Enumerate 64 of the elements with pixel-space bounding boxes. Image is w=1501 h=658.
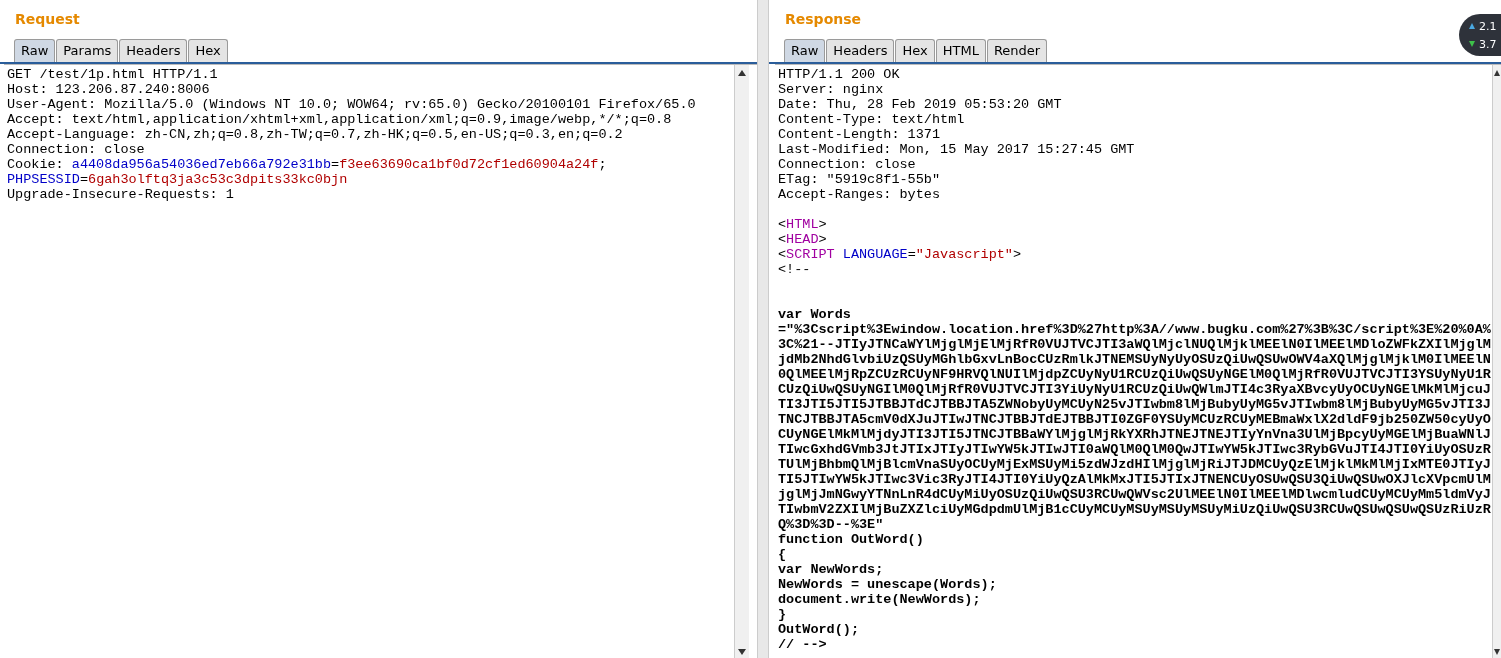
code-line: Content-Length: 1371	[778, 127, 941, 142]
code-line: ETag: "5919c8f1-55b"	[778, 172, 941, 187]
code-line: TNCJTBBJTA5cmV0dXJuJTIwJTNCJTBBJTdEJTBBJTI0ZGF0YSUyMCUzRCUyMEBmaWxlX2dldF9jb250ZW50cyUyO	[778, 412, 1491, 427]
code-line: jdMb2NhdGlvbiUzQSUyMGhlbGxvLnBocCUzRmlkJTNEMSUyNyUyOSUzQiUwQSUwOWV4aXQlMjglMjklM0IlMEElN	[778, 352, 1491, 367]
code-line: Accept-Ranges: bytes	[778, 187, 941, 202]
code-line: function OutWord()	[778, 532, 924, 547]
download-arrow-icon	[1469, 41, 1475, 47]
code-line: document.write(NewWords);	[778, 592, 981, 607]
code-line: TI3JTI5JTI5JTBBJTdCJTBBJTA5ZWNobyUyMCUyN25vJTIwbm8lMjBubyUyMG5vJTIwbm8lMjBubyUyMG5vJTI3J	[778, 397, 1491, 412]
code-line: PHPSESSID=6gah3olftq3ja3c53c3dpits33kc0bjn	[7, 172, 348, 187]
code-line: TIwcGxhdGVmb3JtJTIxJTIyJTIwYW5kJTIwJTI0aWQlM0QlM0QwJTIwYW5kJTIwc3RybGVuJTI4JTI0YiUyOSUzR	[778, 442, 1491, 457]
pane-title: Response	[784, 10, 862, 29]
code-line: Cookie: a4408da956a54036ed7eb66a792e31bb=f3ee63690ca1bf0d72cf1ed60904a24f;	[7, 157, 607, 172]
code-line: Host: 123.206.87.240:8006	[7, 82, 210, 97]
code-line: Accept: text/html,application/xhtml+xml,application/xml;q=0.9,image/webp,*/*;q=0.8	[7, 112, 672, 127]
code-line: Upgrade-Insecure-Requests: 1	[7, 187, 234, 202]
code-line: <SCRIPT LANGUAGE="Javascript">	[778, 247, 1022, 262]
code-line: OutWord();	[778, 622, 859, 637]
tab[interactable]: Hex	[188, 39, 228, 62]
scroll-down-arrow[interactable]	[1494, 649, 1500, 655]
code-line: var Words	[778, 307, 851, 322]
download-speed: 3.7	[1479, 37, 1497, 51]
code-line: Accept-Language: zh-CN,zh;q=0.8,zh-TW;q=0.7,zh-HK;q=0.5,en-US;q=0.3,en;q=0.2	[7, 127, 623, 142]
tab[interactable]: Render	[986, 39, 1048, 62]
code-line: TUlMjBhbmQlMjBlcmVnaSUyOCUyMjExMSUyMi5zdWJzdHIlMjglMjRiJTJDMCUyQzElMjklMkMlMjIxMTE0JTIyJ	[778, 457, 1491, 472]
code-line: <!--	[778, 262, 811, 277]
tab[interactable]: Params	[56, 39, 119, 62]
upload-arrow-icon	[1469, 23, 1475, 29]
tab[interactable]: Hex	[895, 39, 935, 62]
code-line: }	[778, 607, 787, 622]
tab[interactable]: Raw	[784, 39, 826, 62]
code-line: 3C%21--JTIyJTNCaWYlMjglMjElMjRfR0VUJTVCJTI3aWQlMjclNUQlMjklMEElN0IlMEElMDloZWFkZXIlMjglM	[778, 337, 1491, 352]
code-line: {	[778, 547, 787, 562]
pane-title: Request	[14, 10, 80, 29]
code-line: Q%3D%3D--%3E"	[778, 517, 884, 532]
code-line: jglMjJmNGwyYTNnLnR4dCUyMiUyOSUzQiUwQSU3RCUwQWVsc2UlMEElN0IlMEElMDlwcmludCUyMCUyMm5ldmVyJ	[778, 487, 1491, 502]
code-line: CUzQiUwQSUyNGIlM0QlMjRfR0VUJTVCJTI3YiUyNyU1RCUzQiUwQWlmJTI4c3RyaXBvcyUyOCUyNGElMkMlMjcuJ	[778, 382, 1491, 397]
code-line: var NewWords;	[778, 562, 884, 577]
code-line: TI5JTIwYW5kJTIwc3Vic3RyJTI4JTI0YiUyQzAlMkMxJTI5JTIxJTNENCUyOSUwQSU3QiUwQSUwOXJlcXVpcmUlM	[778, 472, 1491, 487]
tab[interactable]: Headers	[826, 39, 895, 62]
code-line: Server: nginx	[778, 82, 884, 97]
code-line: Connection: close	[7, 142, 145, 157]
upload-speed: 2.1	[1479, 19, 1497, 33]
scroll-up-arrow[interactable]	[738, 70, 746, 76]
code-line: TIwbmV2ZXIlMjBuZXZlciUyMGdpdmUlMjB1cCUyMCUyMSUyMSUyMSUyMiUzQiUwQSU3RCUwQSUwQSUwQSUzRiUzR	[778, 502, 1491, 517]
code-line: Connection: close	[778, 157, 916, 172]
code-line: Content-Type: text/html	[778, 112, 965, 127]
scroll-up-arrow[interactable]	[1494, 70, 1500, 76]
code-line: NewWords = unescape(Words);	[778, 577, 997, 592]
code-line: <HEAD>	[778, 232, 827, 247]
code-line: CUyNGElMkMlMjdyJTI3JTI5JTNCJTBBaWYlMjglMjRkYXRhJTNEJTNEJTIyYnVna3UlMjBpcyUyMGElMjBuaWNlJ	[778, 427, 1491, 442]
code-line: // -->	[778, 637, 827, 652]
code-line: User-Agent: Mozilla/5.0 (Windows NT 10.0; WOW64; rv:65.0) Gecko/20100101 Firefox/65.0	[7, 97, 696, 112]
tab[interactable]: Headers	[119, 39, 188, 62]
code-line: HTTP/1.1 200 OK	[778, 67, 900, 82]
code-line: GET /test/1p.html HTTP/1.1	[7, 67, 218, 82]
code-line: ="%3Cscript%3Ewindow.location.href%3D%27http%3A//www.bugku.com%27%3B%3C/script%3E%20%0A%	[778, 322, 1491, 337]
code-line: 0QlMEElMjRpZCUzRCUyNF9HRVQlNUIlMjdpZCUyNyU1RCUzQiUwQSUyNGElM0QlMjRfR0VUJTVCJTI3YSUyNyU1R	[778, 367, 1491, 382]
tab[interactable]: Raw	[14, 39, 56, 62]
code-line: Date: Thu, 28 Feb 2019 05:53:20 GMT	[778, 97, 1062, 112]
tab[interactable]: HTML	[935, 39, 986, 62]
code-line: <HTML>	[778, 217, 827, 232]
scroll-down-arrow[interactable]	[738, 649, 746, 655]
code-line: Last-Modified: Mon, 15 May 2017 15:27:45 GMT	[778, 142, 1135, 157]
